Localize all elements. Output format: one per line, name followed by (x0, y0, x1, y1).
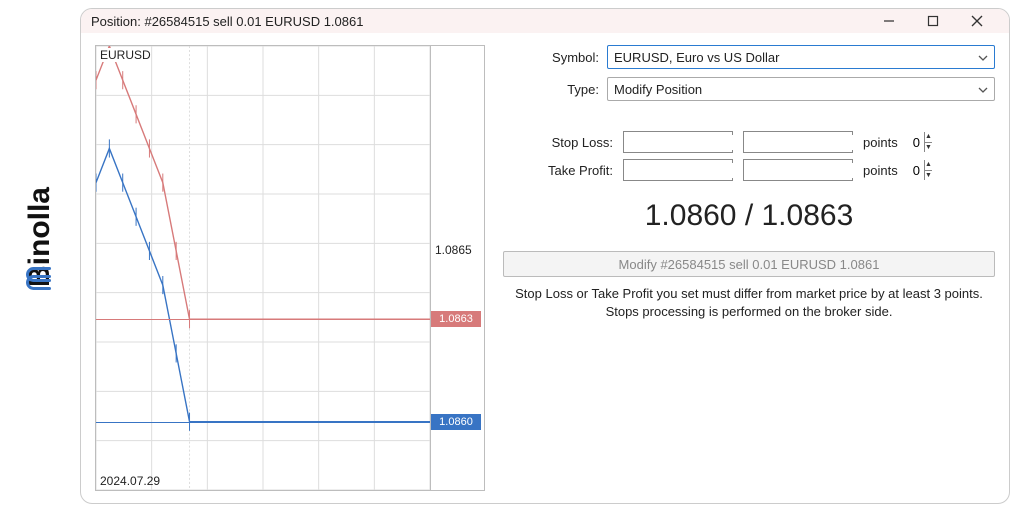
bid-price-tag: 1.0860 (431, 414, 481, 430)
bid-line (96, 422, 430, 423)
symbol-label: Symbol: (503, 50, 599, 65)
footer-note: Stop Loss or Take Profit you set must di… (503, 285, 995, 320)
close-button[interactable] (955, 11, 999, 31)
tick-chart: EURUSD 2024.07.29 1.0865 1.0863 1.0860 (95, 45, 485, 491)
bid-ask-quote: 1.0860 / 1.0863 (503, 199, 995, 233)
chart-pair-label: EURUSD (100, 48, 151, 62)
symbol-value: EURUSD, Euro vs US Dollar (614, 50, 779, 65)
dialog-window: Position: #26584515 sell 0.01 EURUSD 1.0… (80, 8, 1010, 504)
brand-logo-icon (24, 261, 57, 291)
axis-tick-label: 1.0865 (435, 243, 472, 257)
spin-up-icon[interactable]: ▲ (925, 160, 932, 171)
brand-sidebar: Binolla (0, 0, 80, 512)
modify-button[interactable]: Modify #26584515 sell 0.01 EURUSD 1.0861 (503, 251, 995, 277)
ask-line (96, 319, 430, 320)
maximize-button[interactable] (911, 11, 955, 31)
points-unit: points (863, 163, 898, 178)
stop-loss-points-input[interactable]: ▲▼ (743, 131, 853, 153)
order-form: Symbol: EURUSD, Euro vs US Dollar Type: … (503, 45, 995, 491)
chevron-down-icon (978, 51, 988, 66)
take-profit-points-input[interactable]: ▲▼ (743, 159, 853, 181)
points-unit: points (863, 135, 898, 150)
stop-loss-label: Stop Loss: (503, 135, 613, 150)
type-select[interactable]: Modify Position (607, 77, 995, 101)
titlebar: Position: #26584515 sell 0.01 EURUSD 1.0… (81, 9, 1009, 33)
window-title: Position: #26584515 sell 0.01 EURUSD 1.0… (91, 14, 867, 29)
chart-plot-area: EURUSD 2024.07.29 (96, 46, 430, 490)
ask-price-tag: 1.0863 (431, 311, 481, 327)
take-profit-label: Take Profit: (503, 163, 613, 178)
price-axis: 1.0865 1.0863 1.0860 (430, 46, 484, 490)
minimize-button[interactable] (867, 11, 911, 31)
spin-down-icon[interactable]: ▼ (925, 143, 932, 153)
stop-loss-input[interactable]: ▲▼ (623, 131, 733, 153)
chart-date-label: 2024.07.29 (100, 474, 160, 488)
chevron-down-icon (978, 83, 988, 98)
type-value: Modify Position (614, 82, 702, 97)
type-label: Type: (503, 82, 599, 97)
take-profit-input[interactable]: ▲▼ (623, 159, 733, 181)
spin-up-icon[interactable]: ▲ (925, 132, 932, 143)
spin-down-icon[interactable]: ▼ (925, 171, 932, 181)
symbol-select[interactable]: EURUSD, Euro vs US Dollar (607, 45, 995, 69)
